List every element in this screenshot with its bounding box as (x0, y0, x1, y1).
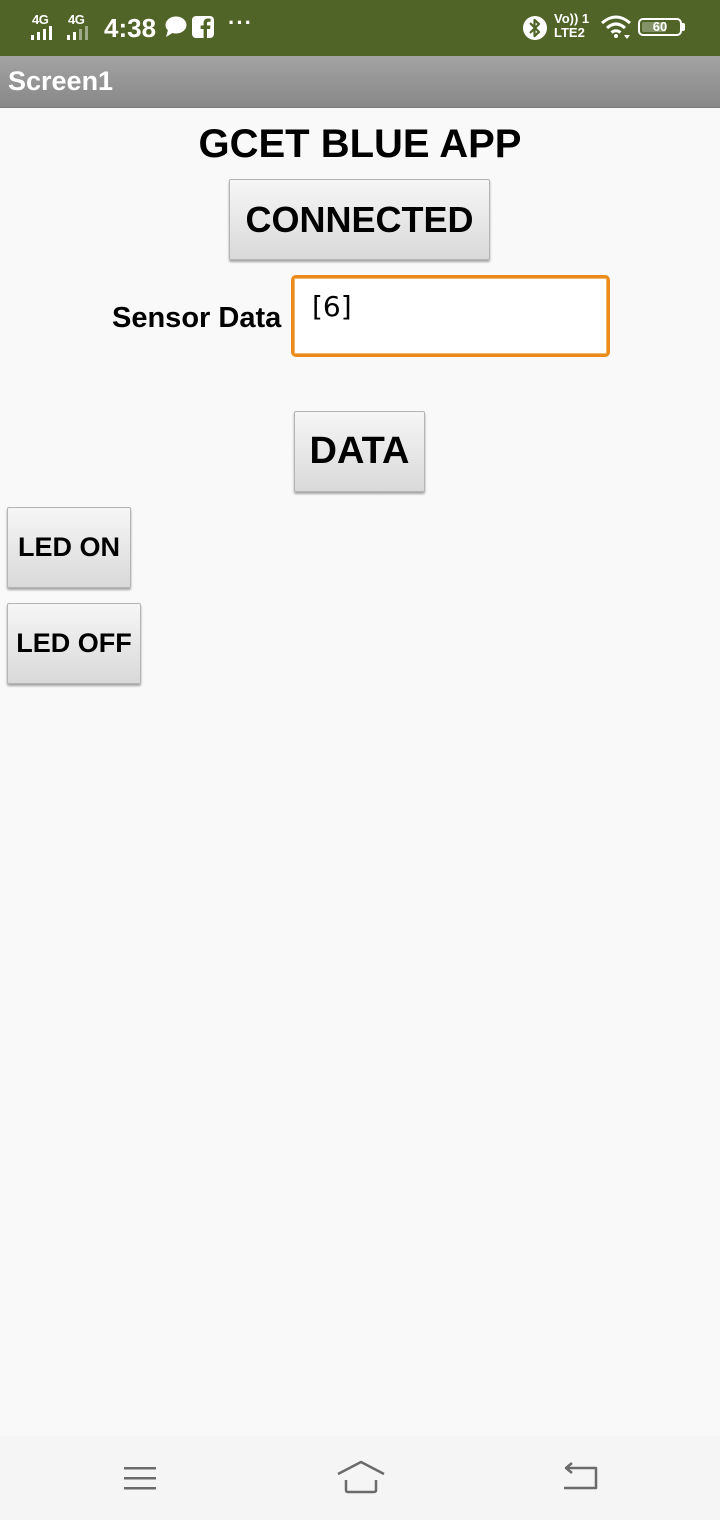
facebook-icon (192, 16, 214, 43)
battery-tip (682, 23, 685, 31)
volte-line2: LTE2 (554, 25, 585, 40)
title-bar: Screen1 (0, 56, 720, 108)
connect-button[interactable]: CONNECTED (229, 179, 490, 260)
back-icon[interactable] (560, 1462, 600, 1499)
app-title: GCET BLUE APP (198, 122, 522, 166)
more-notifications-icon: ··· (228, 10, 253, 35)
led-off-button[interactable]: LED OFF (7, 603, 141, 684)
navigation-bar (0, 1436, 720, 1520)
chat-icon (164, 16, 188, 43)
volte-line1: Vo)) 1 (554, 11, 590, 26)
sensor-data-label: Sensor Data (112, 302, 282, 334)
signal-icon: 4G (66, 12, 94, 40)
volte-indicator: Vo)) 1 LTE2 (554, 12, 589, 40)
signal-icon: 4G (30, 12, 58, 40)
home-icon[interactable] (336, 1460, 386, 1501)
clock: 4:38 (104, 13, 157, 43)
wifi-icon (600, 14, 632, 45)
status-bar: 4G 4G 4:38 ··· Vo)) 1 LTE2 60 (0, 0, 720, 56)
led-on-button[interactable]: LED ON (7, 507, 131, 588)
signal-type-label: 4G (32, 12, 49, 27)
data-button[interactable]: DATA (294, 411, 425, 492)
bluetooth-icon (522, 14, 548, 47)
battery-icon: 60 (638, 18, 682, 36)
signal-type-label: 4G (68, 12, 85, 27)
screen-title: Screen1 (8, 66, 114, 96)
sensor-data-field[interactable]: [6] (291, 275, 610, 357)
battery-level: 60 (652, 19, 668, 34)
menu-icon[interactable] (122, 1464, 158, 1497)
